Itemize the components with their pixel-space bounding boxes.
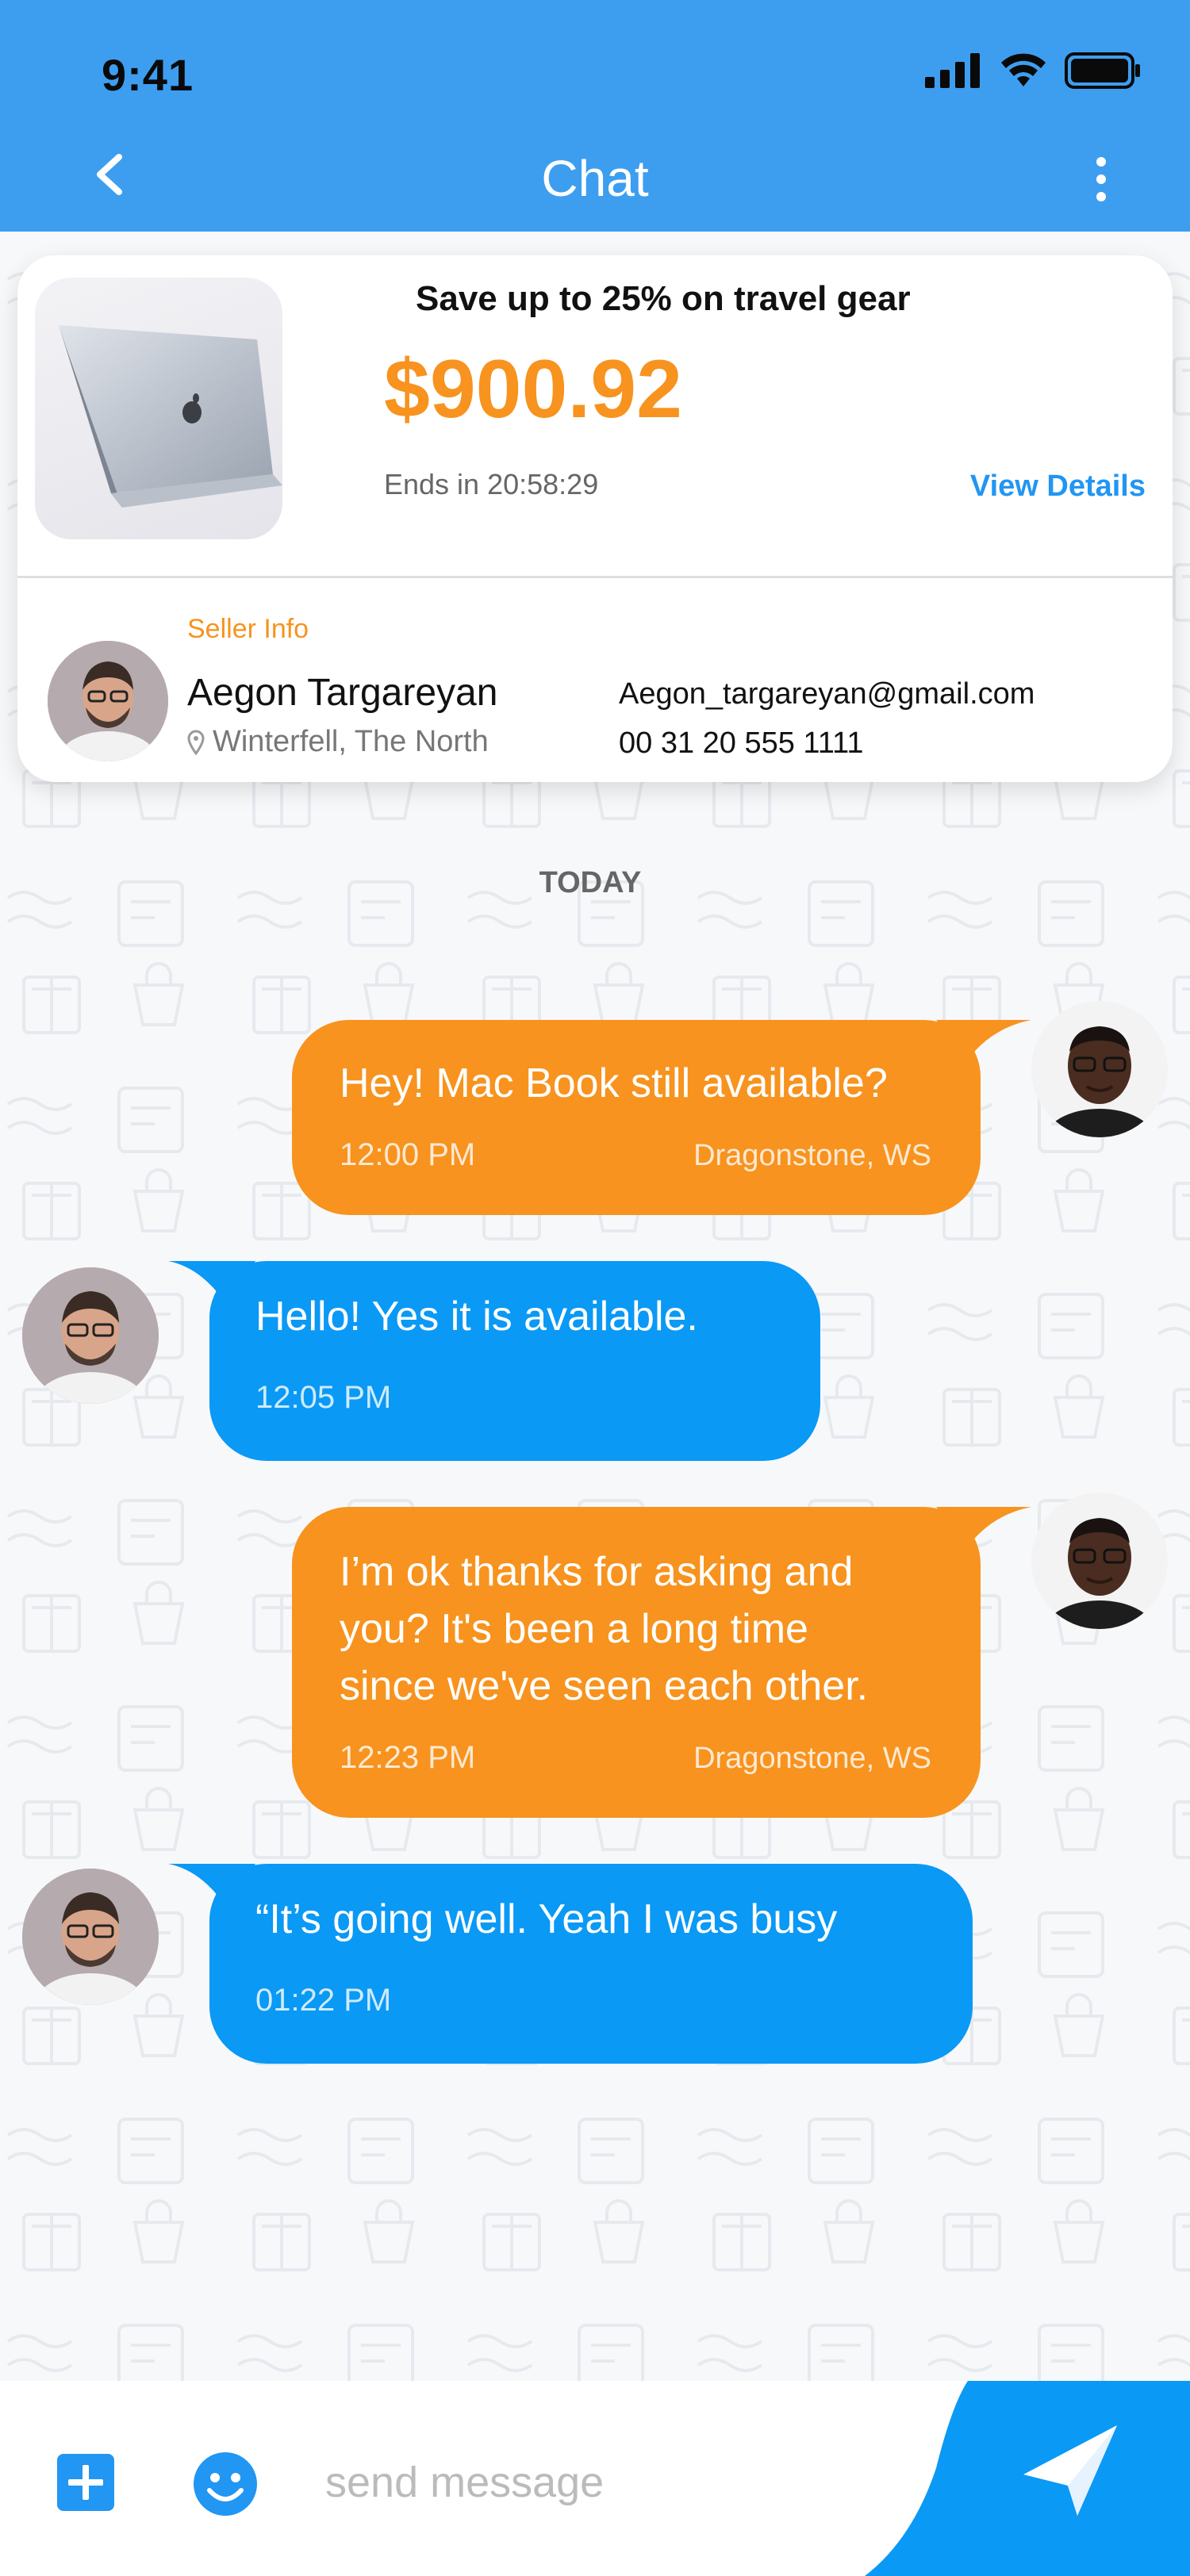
- message-time: 01:22 PM: [255, 1983, 392, 2018]
- seller-name: Aegon Targareyan: [187, 672, 498, 714]
- view-details-link[interactable]: View Details: [970, 470, 1146, 504]
- message-composer: [0, 2381, 1190, 2576]
- seller-phone[interactable]: 00 31 20 555 1111: [619, 726, 864, 761]
- page-title: Chat: [541, 150, 649, 207]
- status-icons: [925, 52, 1141, 89]
- seller-avatar[interactable]: [22, 1869, 159, 2005]
- message-text-line: you? It's been a long time: [340, 1606, 808, 1652]
- seller-avatar[interactable]: [22, 1267, 159, 1404]
- seller-location: Winterfell, The North: [187, 725, 489, 759]
- more-vertical-icon[interactable]: [1092, 155, 1111, 203]
- seller-email[interactable]: Aegon_targareyan@gmail.com: [619, 677, 1035, 711]
- message-input[interactable]: [325, 2446, 801, 2519]
- battery-icon: [1065, 52, 1140, 89]
- message-text: Hello! Yes it is available.: [255, 1294, 698, 1340]
- deal-headline: Save up to 25% on travel gear: [416, 279, 911, 318]
- app-header: 9:41 Chat: [0, 0, 1190, 232]
- sender-avatar[interactable]: [1031, 1493, 1168, 1629]
- location-pin-icon: [187, 729, 205, 755]
- message-bubble-incoming[interactable]: “It’s going well. Yeah I was busy 01:22 …: [209, 1864, 973, 2064]
- sender-avatar[interactable]: [1031, 1001, 1168, 1137]
- message-time: 12:00 PM: [340, 1137, 476, 1172]
- send-button[interactable]: [865, 2381, 1190, 2576]
- message-location: Dragonstone, WS: [693, 1742, 931, 1775]
- signal-icon: [925, 53, 980, 88]
- message-text-line: since we've seen each other.: [340, 1663, 869, 1709]
- message-bubble-outgoing[interactable]: I’m ok thanks for asking and you? It's b…: [292, 1507, 981, 1818]
- wifi-icon: [1001, 53, 1046, 86]
- deal-countdown: Ends in 20:58:29: [384, 468, 599, 500]
- message-bubble-incoming[interactable]: Hello! Yes it is available. 12:05 PM: [209, 1261, 820, 1461]
- plus-icon: [68, 2465, 103, 2500]
- seller-location-text: Winterfell, The North: [213, 725, 489, 758]
- laptop-illustration: [59, 325, 282, 508]
- add-attachment-button[interactable]: [57, 2454, 114, 2511]
- smiley-icon[interactable]: [192, 2451, 259, 2517]
- deal-price: $900.92: [384, 343, 682, 435]
- message-text: “It’s going well. Yeah I was busy: [255, 1896, 838, 1942]
- message-time: 12:05 PM: [255, 1380, 392, 1415]
- message-text-line: I’m ok thanks for asking and: [340, 1549, 854, 1595]
- deal-card: Save up to 25% on travel gear $900.92 En…: [17, 255, 1173, 782]
- message-location: Dragonstone, WS: [693, 1139, 931, 1172]
- message-bubble-outgoing[interactable]: Hey! Mac Book still available? 12:00 PM …: [292, 1020, 981, 1215]
- divider: [17, 576, 1173, 578]
- product-image-laptop[interactable]: [35, 278, 282, 539]
- message-text: Hey! Mac Book still available?: [340, 1060, 888, 1106]
- message-time: 12:23 PM: [340, 1740, 476, 1775]
- seller-info-label: Seller Info: [187, 614, 309, 644]
- status-time: 9:41: [102, 50, 194, 100]
- seller-avatar[interactable]: [48, 641, 168, 761]
- day-separator: TODAY: [539, 866, 642, 899]
